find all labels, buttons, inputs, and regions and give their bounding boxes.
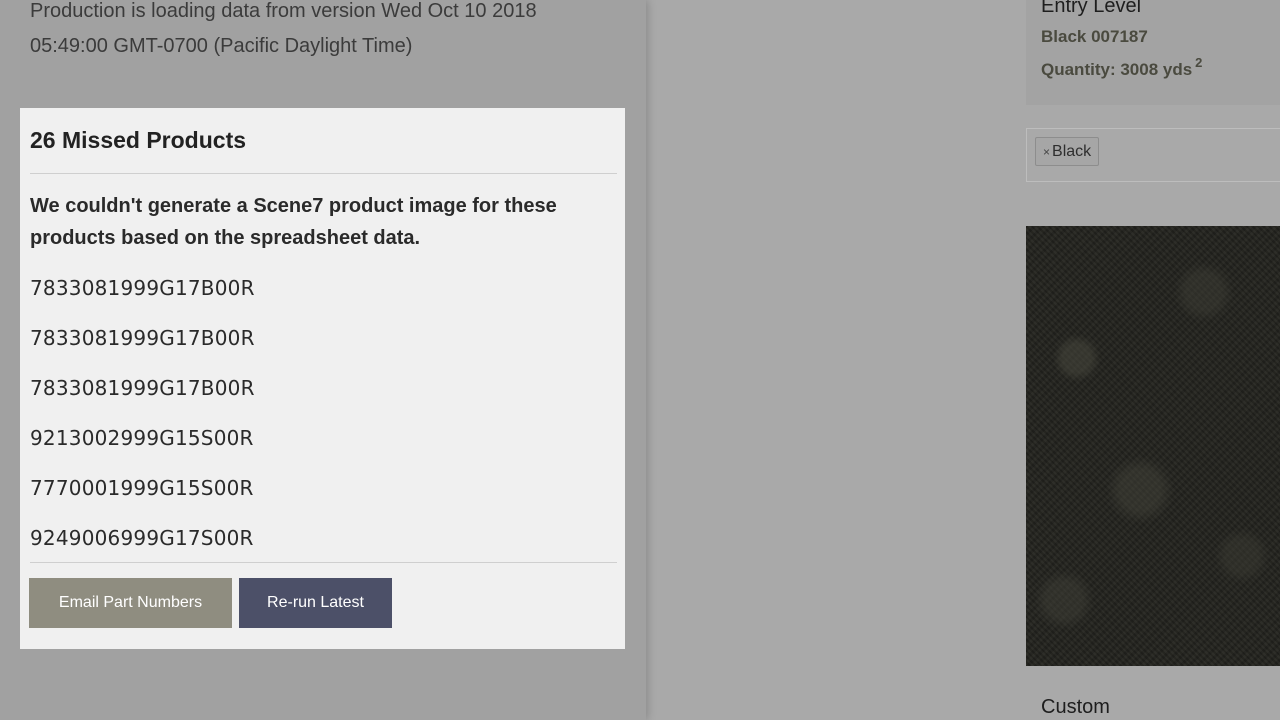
product-part-number: 7833081999G17B00R bbox=[30, 376, 255, 400]
product-part-number: 9213002999G15S00R bbox=[30, 426, 254, 450]
quantity-text: Quantity: 3008 yds bbox=[1041, 60, 1193, 79]
email-part-numbers-button[interactable]: Email Part Numbers bbox=[29, 578, 232, 628]
custom-section-label: Custom bbox=[1041, 696, 1110, 718]
filter-tag-label: Black bbox=[1052, 143, 1092, 160]
modal-divider-top bbox=[30, 173, 617, 174]
product-level: Entry Level bbox=[1041, 0, 1142, 17]
product-swatch-image bbox=[1026, 226, 1280, 666]
filter-tag-black: × Black bbox=[1035, 137, 1100, 166]
loading-message: Production is loading data from version … bbox=[30, 0, 537, 57]
missed-product-list: 7833081999G17B00R 7833081999G17B00R 7833… bbox=[30, 272, 255, 572]
product-info-card: Entry Level Black 007187 Quantity: 3008 … bbox=[1026, 0, 1280, 105]
modal-description: We couldn't generate a Scene7 product im… bbox=[30, 195, 557, 249]
product-part-number: 9249006999G17S00R bbox=[30, 526, 254, 550]
modal-divider-bottom bbox=[30, 562, 617, 563]
product-part-number: 7833081999G17B00R bbox=[30, 326, 255, 350]
product-part-number: 7833081999G17B00R bbox=[30, 276, 255, 300]
product-quantity: Quantity: 3008 yds 2 bbox=[1041, 55, 1202, 80]
modal-title: 26 Missed Products bbox=[30, 127, 247, 153]
missed-products-modal: 26 Missed Products We couldn't generate … bbox=[20, 108, 625, 649]
rerun-latest-button[interactable]: Re-run Latest bbox=[239, 578, 392, 628]
color-filter-input[interactable]: × Black bbox=[1026, 128, 1280, 182]
remove-tag-icon[interactable]: × bbox=[1043, 145, 1050, 159]
product-part-number: 7770001999G15S00R bbox=[30, 476, 254, 500]
product-color: Black 007187 bbox=[1041, 27, 1148, 46]
quantity-superscript: 2 bbox=[1195, 55, 1203, 70]
